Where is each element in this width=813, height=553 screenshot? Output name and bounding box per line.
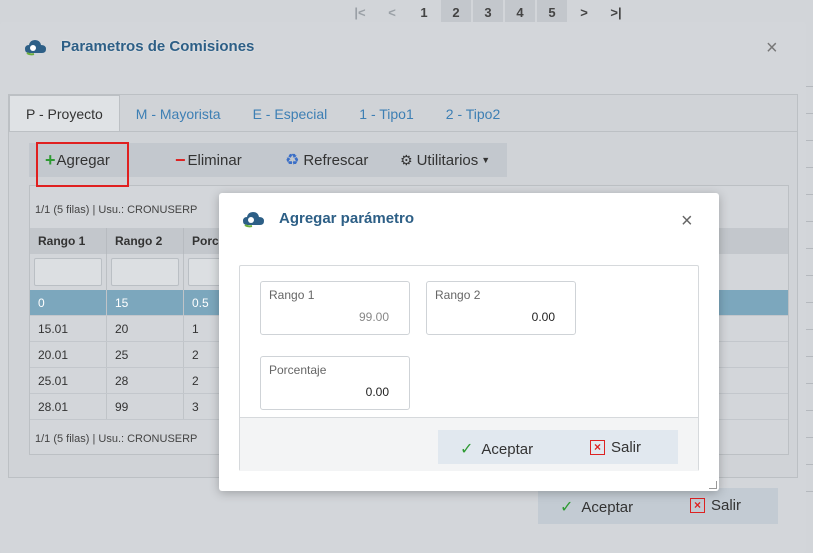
table-cell: 15 — [107, 290, 184, 315]
refresh-button-label: Refrescar — [303, 151, 369, 169]
column-header-rango1[interactable]: Rango 1 — [30, 228, 107, 254]
grid-info-top: 1/1 (5 filas) | Usu.: CRONUSERP — [35, 204, 198, 216]
delete-button[interactable]: − Eliminar — [175, 143, 242, 177]
rango1-value: 99.00 — [358, 310, 389, 324]
check-icon: ✓ — [460, 441, 474, 458]
exit-button-label: Salir — [611, 439, 642, 456]
utilities-button-label: Utilitarios — [416, 151, 479, 169]
agregar-parametro-footer: ✓ Aceptar × Salir — [240, 417, 698, 471]
dialog-button-bar: ✓ Aceptar × Salir — [438, 430, 678, 464]
delete-button-label: Eliminar — [187, 151, 242, 169]
pager-page-2[interactable]: 2 — [441, 0, 471, 24]
filter-input-rango1[interactable] — [34, 258, 102, 286]
tab-divider — [9, 131, 797, 132]
outer-exit-button[interactable]: × Salir — [690, 497, 741, 514]
pager-page-5[interactable]: 5 — [537, 0, 567, 24]
pager-page-1[interactable]: 1 — [408, 0, 440, 24]
pager: |< < 1 2 3 4 5 > >| — [344, 0, 632, 24]
agregar-parametro-dialog: Agregar parámetro × Rango 1 99.00 Rango … — [219, 193, 719, 491]
caret-down-icon: ▼ — [481, 155, 491, 165]
filter-input-rango2[interactable] — [111, 258, 179, 286]
tab-proyecto[interactable]: P - Proyecto — [9, 95, 120, 132]
porcentaje-label: Porcentaje — [269, 363, 327, 377]
outer-accept-button[interactable]: ✓ Aceptar — [560, 497, 633, 517]
rango2-label: Rango 2 — [435, 288, 481, 302]
tab-tipo2[interactable]: 2 - Tipo2 — [430, 95, 516, 132]
utilities-dropdown-button[interactable]: ⚙ Utilitarios ▼ — [400, 143, 490, 177]
agregar-parametro-header: Agregar parámetro × — [219, 193, 719, 245]
pager-page-4[interactable]: 4 — [505, 0, 535, 24]
table-cell: 25.01 — [30, 368, 107, 393]
pager-prev-button[interactable]: < — [376, 0, 408, 24]
grid-info-bottom: 1/1 (5 filas) | Usu.: CRONUSERP — [35, 433, 198, 445]
check-icon: ✓ — [560, 499, 574, 516]
table-cell: 28.01 — [30, 394, 107, 419]
exit-button[interactable]: × Salir — [590, 439, 641, 456]
pager-next-button[interactable]: > — [568, 0, 600, 24]
table-cell: 0 — [30, 290, 107, 315]
accept-button[interactable]: ✓ Aceptar — [460, 439, 533, 459]
tab-bar: P - Proyecto M - Mayorista E - Especial … — [9, 95, 516, 132]
comisiones-dialog-footer: ✓ Aceptar × Salir — [538, 488, 778, 524]
rango1-field[interactable]: Rango 1 99.00 — [260, 281, 410, 335]
accept-button-label: Aceptar — [481, 440, 534, 458]
resize-handle-icon[interactable] — [709, 481, 717, 489]
porcentaje-value: 0.00 — [365, 385, 389, 399]
table-cell: 28 — [107, 368, 184, 393]
rango2-value: 0.00 — [531, 310, 555, 324]
add-button-highlight-frame — [36, 142, 129, 187]
table-cell: 20.01 — [30, 342, 107, 367]
column-header-rango2[interactable]: Rango 2 — [107, 228, 184, 254]
table-cell: 15.01 — [30, 316, 107, 341]
pager-first-button[interactable]: |< — [344, 0, 376, 24]
cloud-logo-icon — [242, 210, 266, 228]
minus-icon: − — [175, 149, 186, 170]
pager-page-3[interactable]: 3 — [473, 0, 503, 24]
refresh-button[interactable]: ♻ Refrescar — [285, 143, 368, 177]
comisiones-dialog-title: Parametros de Comisiones — [61, 38, 255, 55]
outer-exit-label: Salir — [711, 497, 742, 514]
outer-accept-label: Aceptar — [581, 498, 634, 516]
pager-last-button[interactable]: >| — [600, 0, 632, 24]
recycle-icon: ♻ — [285, 152, 300, 169]
comisiones-dialog-header: Parametros de Comisiones × — [0, 22, 806, 74]
rango2-field[interactable]: Rango 2 0.00 — [426, 281, 576, 335]
table-cell: 99 — [107, 394, 184, 419]
table-cell: 25 — [107, 342, 184, 367]
agregar-parametro-title: Agregar parámetro — [279, 210, 415, 227]
close-icon[interactable]: × — [681, 211, 693, 231]
cloud-logo-icon — [24, 38, 48, 56]
close-box-icon: × — [590, 440, 605, 455]
gears-icon: ⚙ — [400, 151, 413, 168]
close-box-icon: × — [690, 498, 705, 513]
tab-tipo1[interactable]: 1 - Tipo1 — [343, 95, 429, 132]
close-icon[interactable]: × — [766, 38, 778, 58]
tab-mayorista[interactable]: M - Mayorista — [120, 95, 237, 132]
porcentaje-field[interactable]: Porcentaje 0.00 — [260, 356, 410, 410]
agregar-parametro-form: Rango 1 99.00 Rango 2 0.00 Porcentaje 0.… — [239, 265, 699, 471]
tab-especial[interactable]: E - Especial — [237, 95, 344, 132]
rango1-label: Rango 1 — [269, 288, 315, 302]
background-rows — [805, 60, 813, 540]
table-cell: 20 — [107, 316, 184, 341]
